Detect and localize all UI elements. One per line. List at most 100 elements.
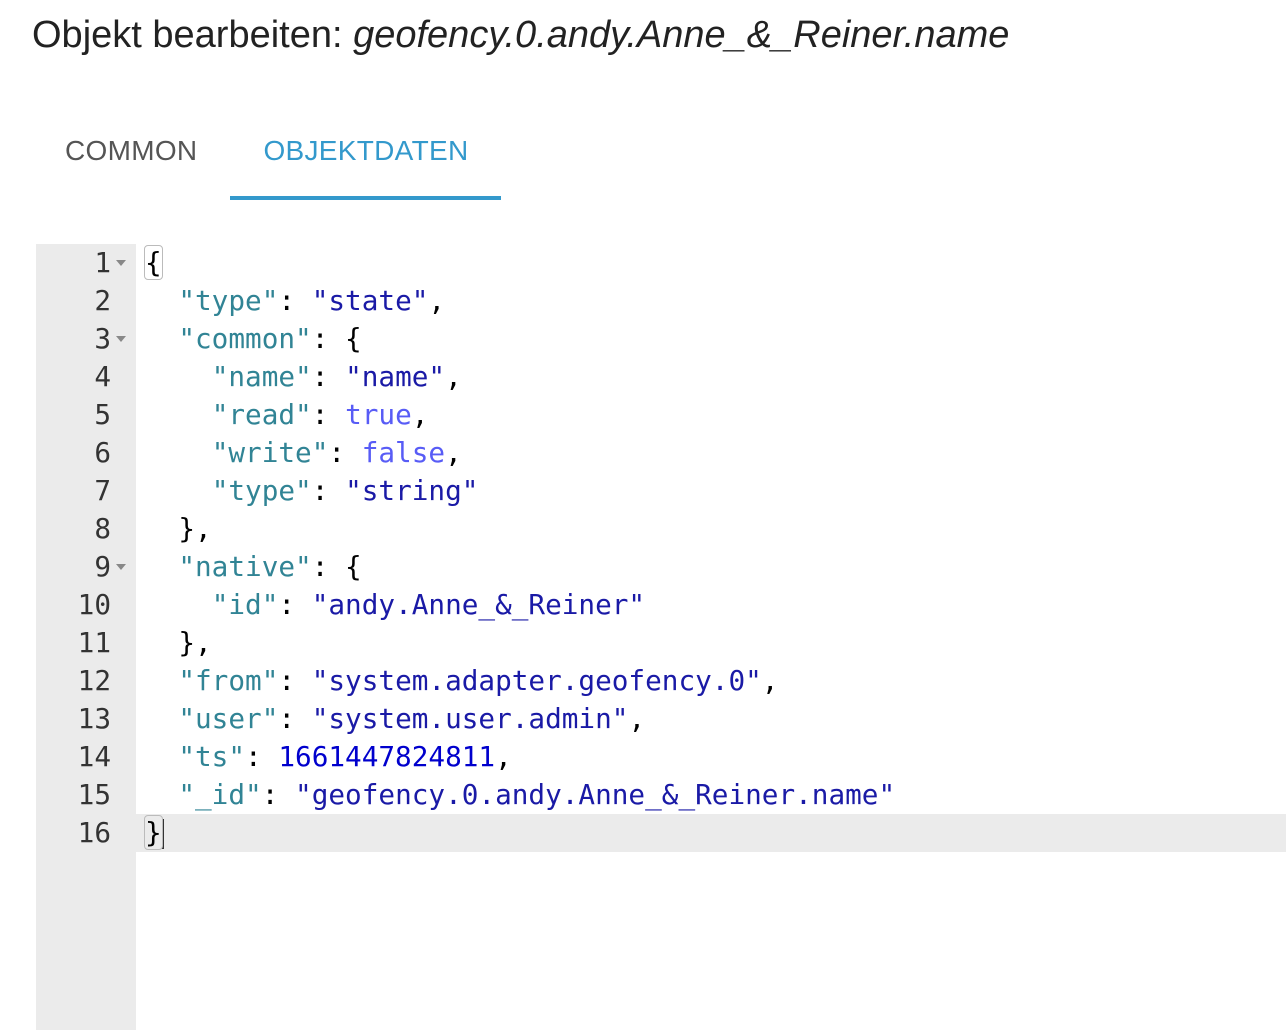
line-number: 16 — [77, 816, 111, 849]
json-key: "common" — [178, 322, 312, 355]
json-boolean: true — [345, 398, 412, 431]
code-line[interactable]: 5 "read": true, — [36, 396, 1286, 434]
json-punctuation: : — [311, 360, 346, 393]
code-line[interactable]: 14 "ts": 1661447824811, — [36, 738, 1286, 776]
line-code: "from": "system.adapter.geofency.0", — [145, 662, 778, 700]
json-editor[interactable]: 1{2 "type": "state", 3 "common": {4 "name… — [36, 244, 1286, 1030]
line-code: }, — [145, 624, 212, 662]
json-key: "ts" — [178, 740, 246, 773]
fold-arrow-icon[interactable] — [116, 564, 126, 570]
json-key: "type" — [178, 284, 279, 317]
json-key: "type" — [211, 474, 312, 507]
json-key: "read" — [211, 398, 312, 431]
code-line[interactable]: 11 }, — [36, 624, 1286, 662]
code-line[interactable]: 12 "from": "system.adapter.geofency.0", — [36, 662, 1286, 700]
json-punctuation: : { — [311, 550, 362, 583]
json-string: "geofency.0.andy.Anne_&_Reiner.name" — [295, 778, 896, 811]
code-line[interactable]: 13 "user": "system.user.admin", — [36, 700, 1286, 738]
json-key: "from" — [178, 664, 279, 697]
code-line[interactable]: 2 "type": "state", — [36, 282, 1286, 320]
json-string: "system.adapter.geofency.0" — [311, 664, 762, 697]
json-punctuation: : — [261, 778, 296, 811]
line-code: } — [144, 814, 164, 852]
line-code: "native": { — [145, 548, 362, 586]
json-key: "write" — [211, 436, 329, 469]
json-punctuation: : — [278, 284, 312, 317]
code-line[interactable]: 3 "common": { — [36, 320, 1286, 358]
json-punctuation: }, — [145, 626, 212, 659]
json-key: "native" — [178, 550, 312, 583]
line-code: "id": "andy.Anne_&_Reiner" — [145, 586, 645, 624]
line-number: 9 — [94, 550, 111, 583]
code-line[interactable]: 8 }, — [36, 510, 1286, 548]
code-line[interactable]: 16} — [36, 814, 1286, 852]
line-number: 5 — [94, 398, 111, 431]
tab-common[interactable]: COMMON — [32, 112, 230, 200]
json-punctuation: : — [328, 436, 362, 469]
json-punctuation — [145, 664, 178, 697]
json-punctuation — [145, 778, 178, 811]
fold-arrow-icon[interactable] — [116, 336, 126, 342]
line-code: "ts": 1661447824811, — [145, 738, 512, 776]
line-number: 1 — [94, 246, 111, 279]
json-key: "user" — [178, 702, 279, 735]
tab-bar: COMMON OBJEKTDATEN — [32, 112, 502, 200]
title-prefix: Objekt bearbeiten: — [32, 14, 354, 56]
line-number: 13 — [77, 702, 111, 735]
json-string: "system.user.admin" — [311, 702, 629, 735]
json-punctuation: , — [445, 436, 462, 469]
line-code: }, — [145, 510, 212, 548]
json-punctuation — [145, 474, 212, 507]
line-number: 11 — [77, 626, 111, 659]
json-punctuation: : — [278, 702, 312, 735]
line-code: { — [144, 244, 163, 282]
json-punctuation: } — [144, 815, 163, 850]
line-code: "type": "string" — [145, 472, 479, 510]
line-number: 2 — [94, 284, 111, 317]
json-punctuation: }, — [145, 512, 212, 545]
fold-arrow-icon[interactable] — [116, 260, 126, 266]
json-punctuation — [145, 550, 178, 583]
line-number: 10 — [77, 588, 111, 621]
json-punctuation — [145, 284, 178, 317]
line-code: "common": { — [145, 320, 362, 358]
line-number: 8 — [94, 512, 111, 545]
json-punctuation: : — [245, 740, 279, 773]
code-line[interactable]: 1{ — [36, 244, 1286, 282]
code-line[interactable]: 7 "type": "string" — [36, 472, 1286, 510]
code-line[interactable]: 10 "id": "andy.Anne_&_Reiner" — [36, 586, 1286, 624]
line-code: "user": "system.user.admin", — [145, 700, 645, 738]
json-punctuation: : — [278, 664, 312, 697]
json-punctuation — [145, 436, 212, 469]
json-number: 1661447824811 — [278, 740, 496, 773]
json-string: "state" — [311, 284, 429, 317]
json-punctuation: : — [278, 588, 312, 621]
json-punctuation: : { — [311, 322, 362, 355]
line-code: "read": true, — [145, 396, 429, 434]
json-punctuation: : — [311, 474, 346, 507]
code-lines[interactable]: 1{2 "type": "state", 3 "common": {4 "name… — [36, 244, 1286, 852]
line-code: "name": "name", — [145, 358, 462, 396]
tab-objektdaten[interactable]: OBJEKTDATEN — [230, 112, 502, 200]
json-punctuation: , — [495, 740, 512, 773]
code-line[interactable]: 15 "_id": "geofency.0.andy.Anne_&_Reiner… — [36, 776, 1286, 814]
json-punctuation: { — [144, 245, 163, 280]
code-line[interactable]: 6 "write": false, — [36, 434, 1286, 472]
json-key: "_id" — [178, 778, 262, 811]
json-punctuation — [145, 588, 212, 621]
line-code: "write": false, — [145, 434, 462, 472]
json-punctuation — [145, 322, 178, 355]
json-punctuation — [145, 360, 212, 393]
json-punctuation — [145, 398, 212, 431]
line-number: 3 — [94, 322, 111, 355]
title-object-id: geofency.0.andy.Anne_&_Reiner.name — [353, 14, 1010, 56]
code-line[interactable]: 9 "native": { — [36, 548, 1286, 586]
text-cursor — [161, 819, 164, 849]
json-punctuation: , — [761, 664, 779, 697]
line-number: 15 — [77, 778, 111, 811]
line-number: 4 — [94, 360, 111, 393]
line-number: 7 — [94, 474, 111, 507]
json-punctuation: , — [428, 284, 446, 317]
code-line[interactable]: 4 "name": "name", — [36, 358, 1286, 396]
line-number: 6 — [94, 436, 111, 469]
